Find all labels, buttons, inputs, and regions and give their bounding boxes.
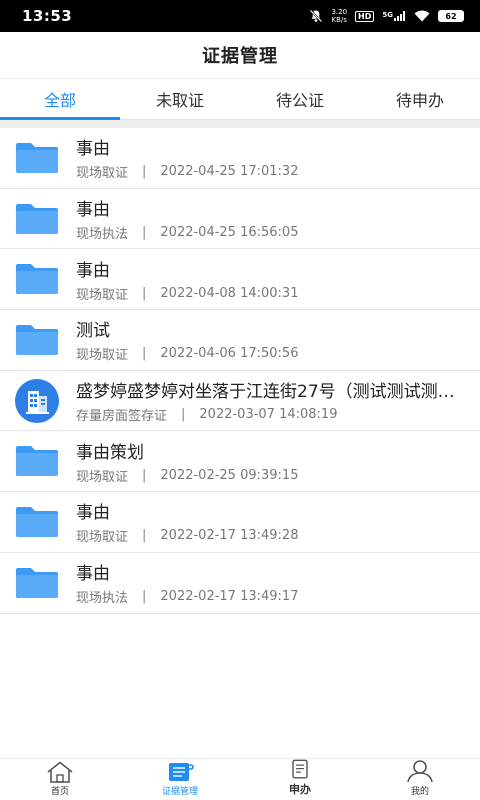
- item-title: 事由: [76, 200, 110, 221]
- nav-apply[interactable]: 申办: [240, 759, 360, 800]
- list-item[interactable]: 盛梦婷盛梦婷对坐落于江连街27号（测试测试测试） 存量房面签存证 | 2022-03…: [0, 371, 480, 432]
- list-item[interactable]: 事由策划 现场取证 | 2022-02-25 09:39:15: [0, 431, 480, 493]
- item-time: 2022-02-17 13:49:28: [160, 528, 299, 544]
- item-title: 测试: [76, 321, 110, 342]
- item-time: 2022-04-25 17:01:32: [160, 164, 299, 180]
- item-title: 盛梦婷盛梦婷对坐落于江连街27号（测试测试测试）: [76, 382, 466, 403]
- folder-icon: [14, 317, 60, 363]
- tab-pending-notarization[interactable]: 待公证: [240, 79, 360, 119]
- profile-icon: [407, 760, 433, 783]
- nav-evidence[interactable]: 证据管理: [120, 759, 240, 800]
- divider: [0, 120, 480, 128]
- item-type: 现场取证: [76, 469, 129, 485]
- list-item[interactable]: 事由 现场取证 | 2022-04-25 17:01:32: [0, 128, 480, 189]
- item-type: 现场执法: [76, 591, 129, 607]
- nav-label: 申办: [289, 783, 311, 796]
- filter-tabs: 全部 未取证 待公证 待申办: [0, 78, 480, 120]
- item-type: 现场取证: [76, 348, 129, 364]
- hd-badge: HD: [355, 10, 375, 22]
- item-time: 2022-04-08 14:00:31: [160, 285, 299, 301]
- folder-icon: [14, 499, 60, 545]
- item-title: 事由: [76, 564, 110, 585]
- home-icon: [47, 761, 73, 783]
- nav-label: 证据管理: [161, 787, 198, 797]
- evidence-icon: [169, 763, 194, 781]
- list-item[interactable]: 事由 现场取证 | 2022-04-08 14:00:31: [0, 249, 480, 311]
- item-time: 2022-02-17 13:49:17: [160, 589, 299, 605]
- item-type: 现场执法: [76, 227, 129, 243]
- tab-all[interactable]: 全部: [0, 79, 120, 120]
- item-type: 现场取证: [76, 166, 129, 182]
- list-item[interactable]: 事由 现场取证 | 2022-02-17 13:49:28: [0, 492, 480, 553]
- net-speed: 3.20 KB/s: [331, 8, 348, 24]
- wifi-icon: [414, 10, 430, 22]
- list-item[interactable]: 测试 现场取证 | 2022-04-06 17:50:56: [0, 310, 480, 371]
- item-time: 2022-03-07 14:08:19: [199, 407, 338, 423]
- signal-icon: [394, 11, 405, 21]
- tab-pending-application[interactable]: 待申办: [360, 79, 480, 119]
- item-type: 现场取证: [76, 530, 129, 546]
- item-title: 事由策划: [76, 442, 144, 463]
- evidence-list: 事由 现场取证 | 2022-04-25 17:01:32 事由 现场执法 | 2022…: [0, 128, 480, 614]
- item-type: 存量房面签存证: [76, 409, 168, 425]
- nav-profile[interactable]: 我的: [360, 759, 480, 800]
- title-bar: 证据管理: [0, 32, 480, 78]
- list-item[interactable]: 事由 现场执法 | 2022-02-17 13:49:17: [0, 553, 480, 614]
- item-title: 事由: [76, 260, 110, 281]
- nav-label: 我的: [410, 787, 429, 797]
- folder-icon: [14, 256, 60, 302]
- building-icon: [14, 378, 60, 424]
- mute-icon: [310, 9, 323, 23]
- folder-icon: [14, 135, 60, 181]
- item-time: 2022-02-25 09:39:15: [160, 467, 299, 483]
- status-time: 13:53: [22, 7, 73, 25]
- item-type: 现场取证: [76, 287, 129, 303]
- list-item[interactable]: 事由 现场执法 | 2022-04-25 16:56:05: [0, 189, 480, 250]
- status-icons: 3.20 KB/s HD 5G 62: [309, 8, 464, 24]
- status-bar: 13:53 3.20 KB/s HD 5G 62: [0, 0, 480, 32]
- page-title: 证据管理: [202, 46, 278, 67]
- battery-icon: 62: [438, 10, 464, 22]
- bottom-nav: 首页 证据管理 申办 我的: [0, 758, 480, 800]
- signal-5g: 5G: [382, 11, 406, 21]
- tab-not-collected[interactable]: 未取证: [120, 79, 240, 119]
- item-time: 2022-04-25 16:56:05: [160, 225, 299, 241]
- apply-icon: [292, 759, 308, 779]
- item-title: 事由: [76, 503, 110, 524]
- nav-home[interactable]: 首页: [0, 759, 120, 800]
- nav-label: 首页: [50, 787, 69, 797]
- folder-icon: [14, 196, 60, 242]
- item-time: 2022-04-06 17:50:56: [160, 346, 299, 362]
- item-title: 事由: [76, 139, 110, 160]
- folder-icon: [14, 438, 60, 484]
- folder-icon: [14, 560, 60, 606]
